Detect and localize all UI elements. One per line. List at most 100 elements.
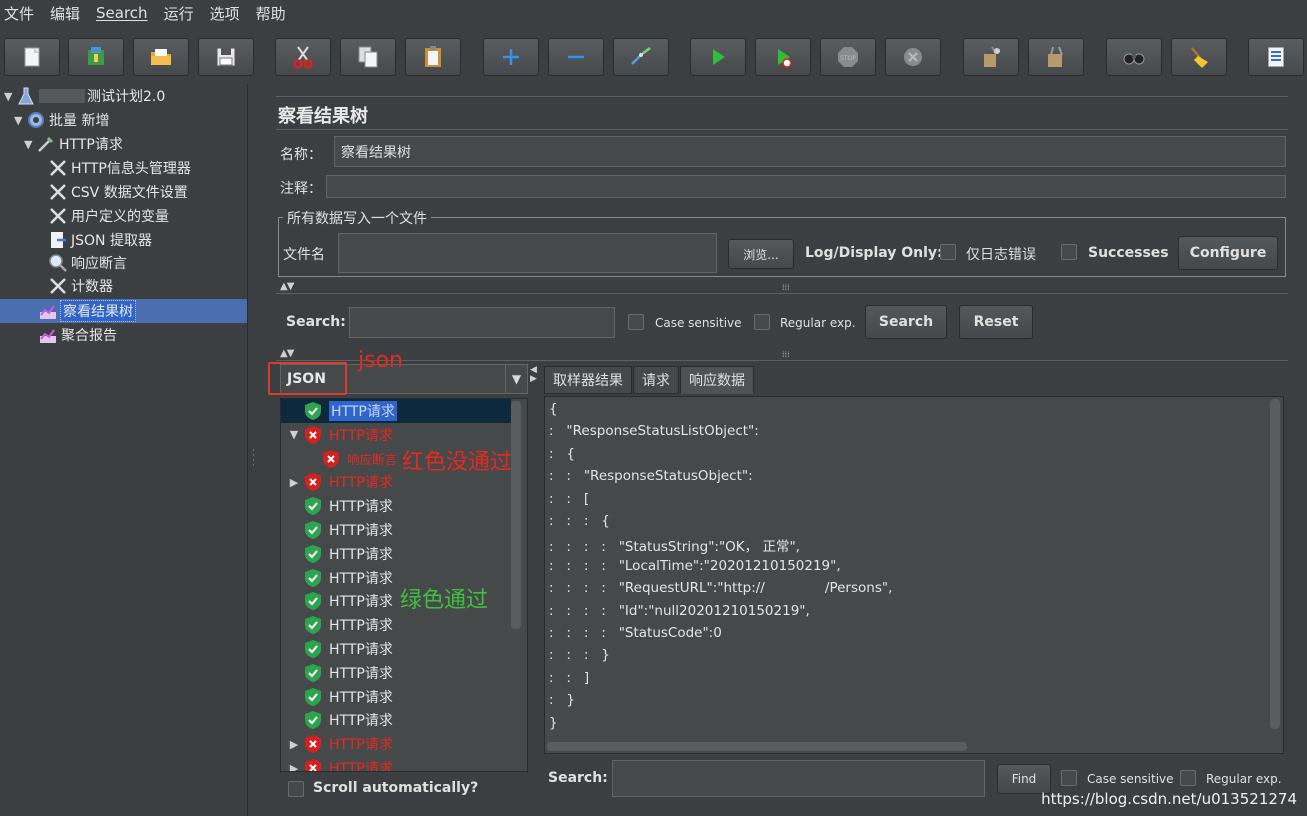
reset-search-button[interactable] [1171,38,1227,76]
clear-button[interactable] [963,38,1019,76]
comment-field[interactable] [326,175,1286,198]
tree-node-test-plan[interactable]: ▼ 测试计划2.0 [4,85,165,107]
successes-checkbox[interactable] [1061,244,1077,260]
collapse-arrows-icon[interactable]: ▲▼ [280,348,294,359]
extractor-icon [48,230,68,250]
collapse-arrows-icon[interactable]: ◀ ▶ [530,366,537,384]
collapse-button[interactable] [548,38,604,76]
cut-button[interactable] [275,38,331,76]
result-row-label: HTTP请求 [329,618,393,635]
reset-button[interactable]: Reset [959,305,1033,339]
toggle-icon [631,47,651,65]
start-button[interactable] [690,38,746,76]
open-button[interactable] [133,38,189,76]
find-case-sensitive-checkbox[interactable] [1061,770,1077,786]
name-field[interactable]: 察看结果树 [334,136,1286,167]
case-sensitive-checkbox[interactable] [628,314,644,330]
regular-exp-checkbox[interactable] [754,314,770,330]
menu-edit[interactable]: 编辑 [42,3,88,24]
expand-arrow-icon[interactable]: ▼ [4,90,16,103]
expand-right-icon[interactable]: ▶ [285,738,303,751]
expand-arrow-icon[interactable]: ▼ [24,138,36,151]
result-row[interactable]: ▶ HTTP请求 [285,733,393,755]
result-row[interactable]: HTTP请求 [285,400,397,422]
menu-run[interactable]: 运行 [156,3,202,24]
expand-down-icon[interactable]: ▼ [285,428,303,441]
search-button[interactable] [1106,38,1162,76]
tree-node-response-assertion[interactable]: 响应断言 [48,252,127,274]
menu-options[interactable]: 选项 [202,3,248,24]
menu-search[interactable]: Search [88,4,156,22]
response-horizontal-scrollbar[interactable] [547,742,967,751]
configure-button[interactable]: Configure [1178,236,1278,270]
splitter-grip-icon[interactable]: ⁞⁞⁞ [782,283,790,292]
result-row[interactable]: HTTP请求 [285,567,393,589]
result-row[interactable]: 响应断言 [303,448,397,470]
results-scrollbar[interactable] [511,401,521,629]
tab-sampler-result[interactable]: 取样器结果 [544,366,632,394]
chevron-down-icon[interactable]: ▼ [505,365,527,393]
function-helper-button[interactable] [1248,38,1304,76]
result-row[interactable]: HTTP请求 [285,495,393,517]
filename-input[interactable] [338,233,717,273]
tree-node-http-request[interactable]: ▼ HTTP请求 [24,133,123,155]
search-input[interactable] [349,307,615,338]
menu-help[interactable]: 帮助 [248,3,294,24]
tree-node-counter[interactable]: 计数器 [48,275,113,297]
tree-node-user-variables[interactable]: 用户定义的变量 [48,205,169,227]
test-plan-tree: ▼ 测试计划2.0 ▼ 批量 新增 ▼ HTTP请求 HTTP信息头管理器 CS… [0,84,248,816]
start-no-pause-button[interactable] [755,38,811,76]
find-input[interactable] [612,760,985,797]
result-row[interactable]: HTTP请求 [285,709,393,731]
save-button[interactable] [198,38,254,76]
expand-right-icon[interactable]: ▶ [285,476,303,489]
result-row[interactable]: HTTP请求 [285,638,393,660]
tab-response-data[interactable]: 响应数据 [680,366,754,394]
vertical-splitter[interactable]: · · · · [249,84,261,816]
shutdown-button[interactable] [885,38,941,76]
paste-button[interactable] [405,38,461,76]
collapse-arrows-icon[interactable]: ▲▼ [280,281,294,292]
copy-button[interactable] [340,38,396,76]
tree-node-json-extractor[interactable]: JSON 提取器 [48,229,152,251]
tree-node-aggregate-report[interactable]: 聚合报告 [38,324,117,346]
result-row[interactable]: HTTP请求 [285,519,393,541]
result-row[interactable]: ▶ HTTP请求 [285,757,393,772]
expand-button[interactable] [483,38,539,76]
scroll-automatically-checkbox[interactable] [288,781,304,797]
fieldset-legend: 所有数据写入一个文件 [283,208,431,228]
response-vertical-scrollbar[interactable] [1270,399,1280,729]
result-row-label: HTTP请求 [329,713,393,730]
response-data-view[interactable]: {: "ResponseStatusListObject":: {: : "Re… [544,396,1284,754]
result-row[interactable]: ▼ HTTP请求 [285,424,393,446]
templates-button[interactable] [68,38,124,76]
result-row[interactable]: HTTP请求 [285,614,393,636]
errors-only-checkbox[interactable] [940,244,956,260]
toggle-button[interactable] [613,38,669,76]
tree-node-header-manager[interactable]: HTTP信息头管理器 [48,157,191,179]
expand-arrow-icon[interactable]: ▼ [14,114,26,127]
find-regular-exp-checkbox[interactable] [1180,770,1196,786]
search-button[interactable]: Search [865,305,947,339]
menu-file[interactable]: 文件 [0,3,42,24]
tree-node-thread-group[interactable]: ▼ 批量 新增 [14,109,109,131]
tree-node-csv-config[interactable]: CSV 数据文件设置 [48,181,188,203]
config-icon [48,182,68,202]
browse-button[interactable]: 浏览... [728,239,794,269]
clear-all-button[interactable] [1028,38,1084,76]
tree-node-view-results-tree[interactable]: 察看结果树 [38,300,136,322]
result-row[interactable]: HTTP请求 [285,662,393,684]
redacted-text [39,89,85,103]
result-row[interactable]: HTTP请求 [285,543,393,565]
fail-shield-icon [303,734,323,754]
result-row[interactable]: HTTP请求 [285,590,393,612]
splitter-grip-icon[interactable]: ⁞⁞⁞ [782,350,790,359]
save-icon [216,47,236,67]
result-row[interactable]: HTTP请求 [285,686,393,708]
tab-request[interactable]: 请求 [633,366,679,394]
stop-button[interactable]: STOP [820,38,876,76]
new-button[interactable] [4,38,60,76]
expand-right-icon[interactable]: ▶ [285,762,303,772]
result-row-label: HTTP请求 [329,523,393,539]
result-row[interactable]: ▶ HTTP请求 [285,471,393,493]
